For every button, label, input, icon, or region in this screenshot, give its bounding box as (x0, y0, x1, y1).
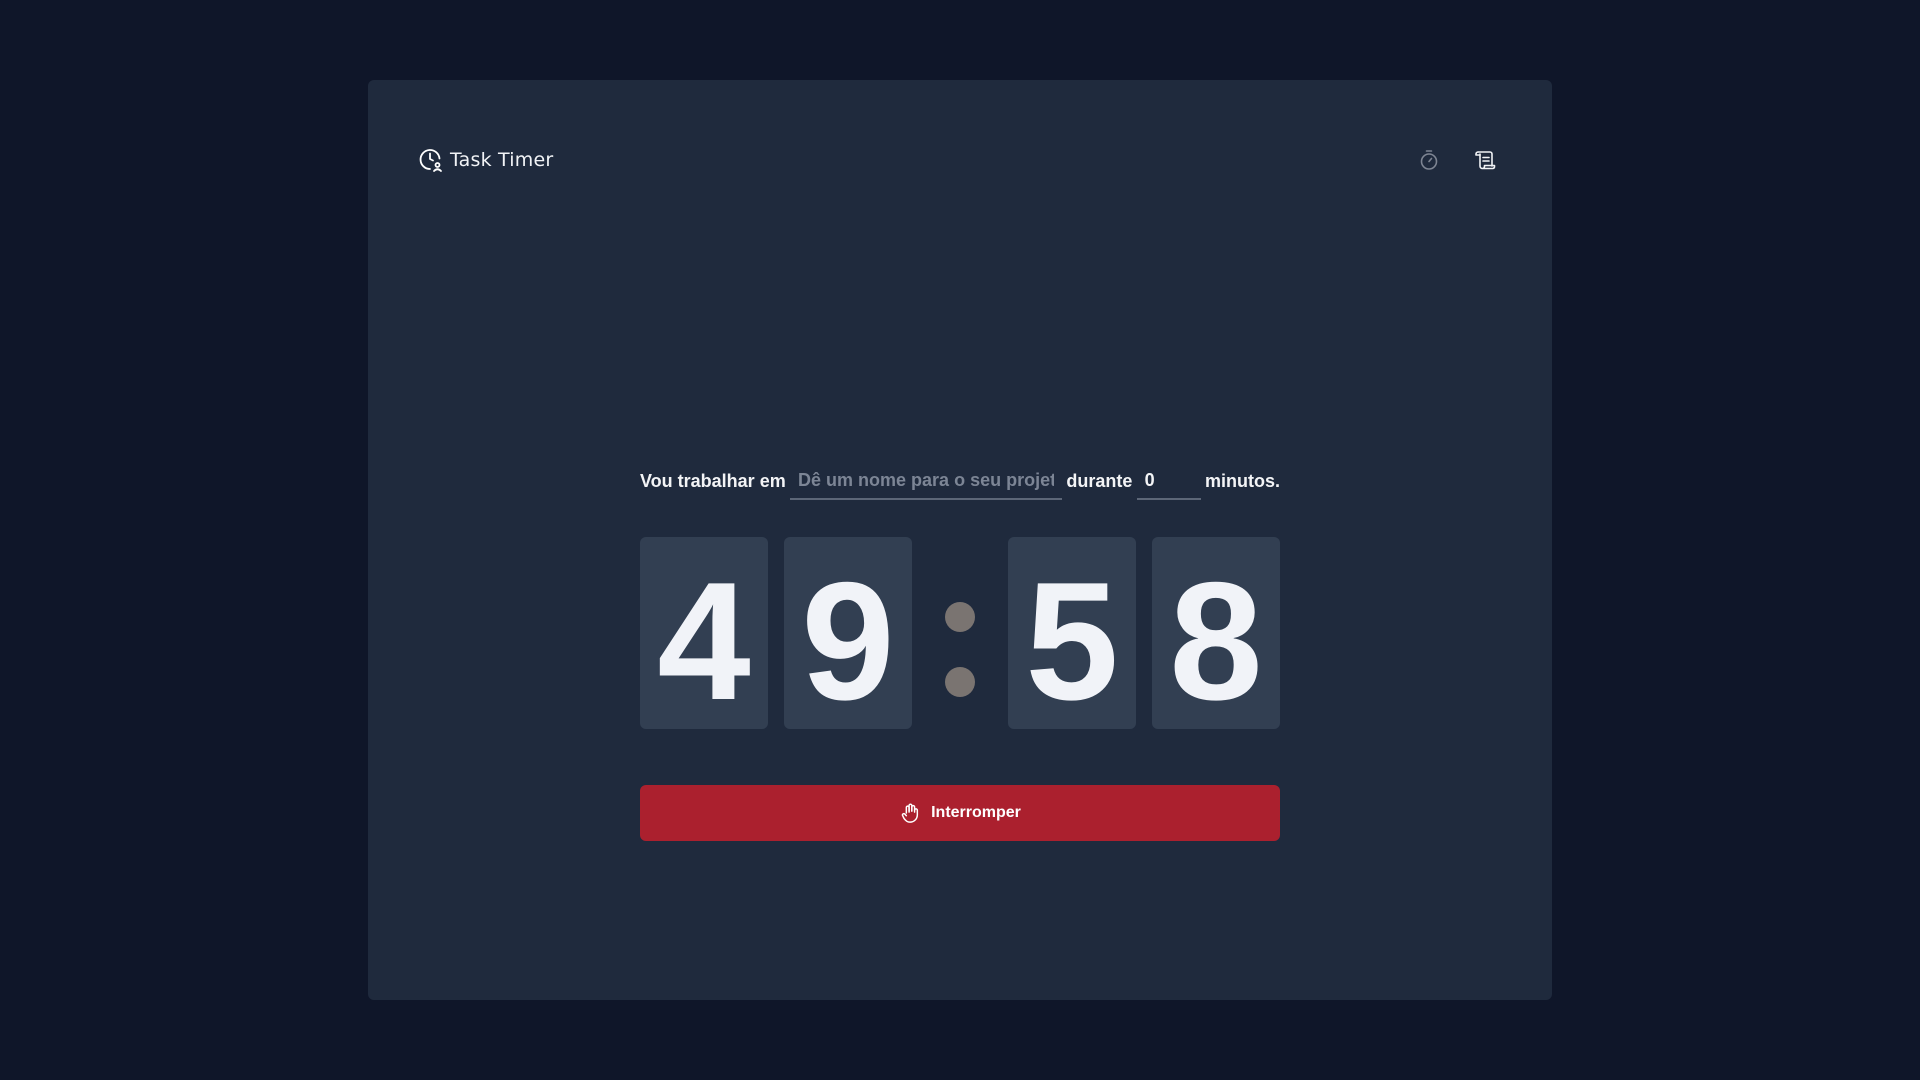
countdown-separator (928, 537, 992, 729)
stop-button-label: Interromper (931, 804, 1021, 821)
countdown-display: 4 9 5 8 (640, 537, 1280, 735)
minutes-suffix-label: minutos. (1204, 470, 1280, 491)
seconds-tens-digit: 5 (1008, 537, 1136, 735)
main-nav (1416, 147, 1498, 173)
header: Task Timer (418, 138, 1502, 182)
stopwatch-icon (1420, 150, 1438, 170)
task-name-input[interactable] (790, 462, 1063, 500)
brand: Task Timer (418, 147, 553, 173)
minutes-amount-input[interactable] (1136, 462, 1201, 500)
app-title: Task Timer (450, 149, 554, 171)
nav-timer-link[interactable] (1416, 147, 1442, 173)
minutes-tens-digit: 4 (640, 537, 768, 735)
seconds-ones-digit: 8 (1152, 537, 1280, 735)
separator-dot-top (945, 602, 975, 632)
task-form: Vou trabalhar em durante minutos. (640, 450, 1280, 512)
app-container: Task Timer Vou trabalhar em Dê um nome p… (368, 80, 1552, 1000)
minutes-ones-digit: 9 (784, 537, 912, 735)
nav-history-link[interactable] (1472, 147, 1498, 173)
scroll-icon (1475, 151, 1496, 170)
hand-palm-icon (901, 803, 919, 823)
duration-label: durante (1066, 470, 1133, 491)
task-label: Vou trabalhar em (640, 470, 786, 491)
home-main: Vou trabalhar em durante minutos. 4 9 5 … (640, 450, 1280, 841)
separator-dot-bottom (945, 667, 975, 697)
stop-countdown-button[interactable]: Interromper (640, 785, 1280, 841)
timer-logo-icon (419, 149, 442, 172)
